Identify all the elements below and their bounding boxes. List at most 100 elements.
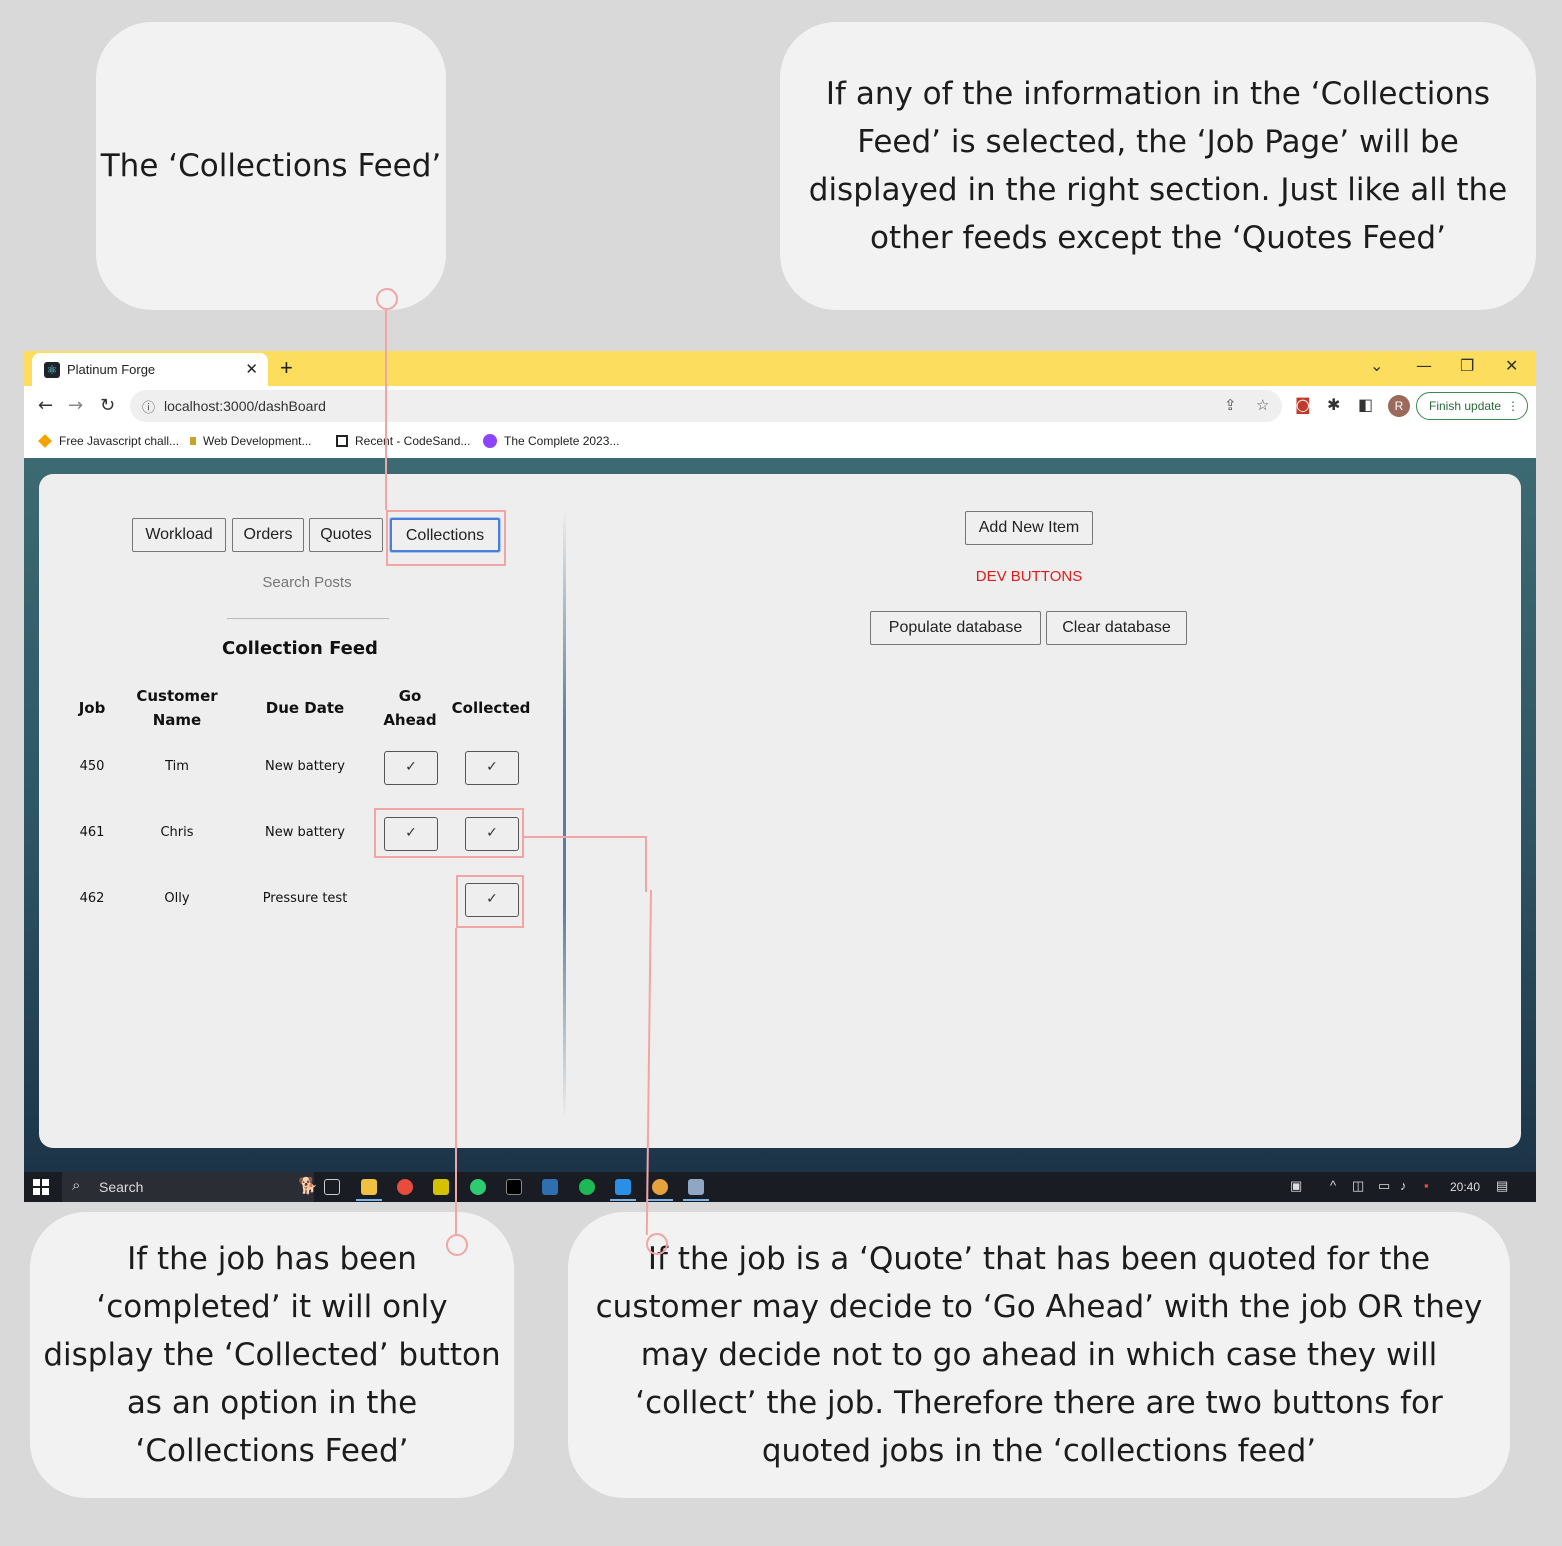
app-background: Workload Orders Quotes Collections Searc… <box>24 458 1536 1172</box>
populate-database-button[interactable]: Populate database <box>870 611 1041 645</box>
tab-title: Platinum Forge <box>67 362 156 377</box>
finish-update-label: Finish update <box>1429 399 1502 413</box>
connector-dot <box>646 1233 668 1255</box>
job-number[interactable]: 450 <box>67 759 117 774</box>
connector-line <box>645 836 647 892</box>
react-logo-icon: ⚛ <box>44 362 60 378</box>
job-number[interactable]: 461 <box>67 825 117 840</box>
calendar-badge-icon[interactable]: ▪ <box>1424 1178 1429 1193</box>
bookmark-item[interactable]: Recent - CodeSand... <box>336 434 470 448</box>
bookmark-favicon-icon <box>190 437 196 445</box>
network-icon[interactable]: ◫ <box>1352 1178 1364 1194</box>
active-indicator <box>610 1199 636 1201</box>
battery-icon[interactable]: ▭ <box>1378 1178 1390 1194</box>
new-tab-button[interactable]: + <box>280 355 293 381</box>
collections-feed-callout: The ‘Collections Feed’ <box>96 22 446 310</box>
reload-icon[interactable]: ↻ <box>100 395 115 416</box>
sticky-notes-icon[interactable] <box>433 1179 449 1195</box>
bookmark-item[interactable]: Free Javascript chall... <box>38 434 179 448</box>
taskbar: ⌕ Search 🐕 ▣ ^ ◫ ▭ ♪ ▪ 20:40 ▤ <box>24 1172 1536 1202</box>
volume-icon[interactable]: ♪ <box>1400 1178 1407 1193</box>
tab-quotes[interactable]: Quotes <box>309 518 383 552</box>
customer-name[interactable]: Chris <box>137 825 217 840</box>
search-posts-input[interactable]: Search Posts <box>227 574 387 591</box>
profile-avatar[interactable]: R <box>1388 395 1410 417</box>
clear-database-button[interactable]: Clear database <box>1046 611 1187 645</box>
chrome-icon[interactable] <box>397 1179 413 1195</box>
header-line: Name <box>152 711 202 729</box>
file-explorer-icon[interactable] <box>361 1179 377 1195</box>
chrome-profile-icon[interactable] <box>652 1179 668 1195</box>
taskbar-search-box[interactable]: ⌕ Search 🐕 <box>62 1172 318 1202</box>
bookmark-label: Free Javascript chall... <box>59 434 180 448</box>
restore-icon[interactable]: ❐ <box>1460 356 1474 375</box>
url-text: localhost:3000/dashBoard <box>164 398 326 414</box>
dashboard-card: Workload Orders Quotes Collections Searc… <box>39 474 1521 1148</box>
customer-name[interactable]: Tim <box>137 759 217 774</box>
task-view-icon[interactable] <box>324 1179 340 1195</box>
callout-text: The ‘Collections Feed’ <box>100 148 442 184</box>
column-header-job: Job <box>78 699 106 717</box>
completed-button-highlight <box>456 875 524 928</box>
side-panel-icon[interactable]: ◧ <box>1358 395 1373 414</box>
go-ahead-button[interactable]: ✓ <box>384 751 438 785</box>
add-new-item-button[interactable]: Add New Item <box>965 511 1093 545</box>
back-arrow-icon[interactable]: ← <box>38 395 53 416</box>
job-number[interactable]: 462 <box>67 891 117 906</box>
header-line: Go <box>398 687 422 705</box>
taskbar-search-label: Search <box>99 1179 144 1195</box>
due-date[interactable]: Pressure test <box>249 891 361 906</box>
bookmark-label: Web Development... <box>203 434 312 448</box>
callout-text: If any of the information in the ‘Collec… <box>808 76 1508 256</box>
more-menu-icon: ⋮ <box>1507 399 1519 413</box>
forward-arrow-icon[interactable]: → <box>68 395 83 416</box>
column-header-due-date: Due Date <box>265 699 345 717</box>
minimize-icon[interactable]: — <box>1416 356 1432 375</box>
bookmark-item[interactable]: The Complete 2023... <box>483 434 619 448</box>
finish-update-button[interactable]: Finish update ⋮ <box>1416 392 1528 420</box>
window-close-icon[interactable]: ✕ <box>1505 356 1518 375</box>
extensions-puzzle-icon[interactable]: ✱ <box>1327 395 1340 414</box>
column-header-customer: Customer Name <box>127 684 227 732</box>
browser-tab[interactable]: ⚛ Platinum Forge ✕ <box>32 353 268 386</box>
clock-time[interactable]: 20:40 <box>1450 1180 1480 1194</box>
due-date[interactable]: New battery <box>249 759 361 774</box>
customer-name[interactable]: Olly <box>137 891 217 906</box>
feed-title: Collection Feed <box>222 638 378 659</box>
terminal-icon[interactable] <box>506 1179 522 1195</box>
collected-button[interactable]: ✓ <box>465 751 519 785</box>
section-divider <box>563 510 566 1120</box>
tab-workload[interactable]: Workload <box>132 518 226 552</box>
due-date[interactable]: New battery <box>249 825 361 840</box>
app-icon[interactable] <box>688 1179 704 1195</box>
share-icon[interactable]: ⇪ <box>1224 396 1237 414</box>
url-bar[interactable]: ⓘ localhost:3000/dashBoard ⇪ ☆ <box>130 390 1282 422</box>
quote-buttons-highlight <box>374 808 524 858</box>
dev-buttons-label: DEV BUTTONS <box>975 568 1083 585</box>
tray-chevron-icon[interactable]: ^ <box>1330 1178 1336 1193</box>
header-line: Customer <box>136 687 218 705</box>
extension-icon[interactable]: ◙ <box>1295 395 1311 414</box>
tab-orders[interactable]: Orders <box>232 518 304 552</box>
steam-icon[interactable] <box>542 1179 558 1195</box>
notifications-icon[interactable]: ▤ <box>1496 1178 1508 1194</box>
windows-start-icon[interactable] <box>33 1179 49 1195</box>
collections-tab-highlight <box>386 510 506 566</box>
bookmark-item[interactable]: Web Development... <box>190 434 312 448</box>
vscode-icon[interactable] <box>615 1179 631 1195</box>
active-indicator <box>647 1199 673 1201</box>
bookmark-star-icon[interactable]: ☆ <box>1256 396 1269 414</box>
connector-dot <box>446 1234 468 1256</box>
whatsapp-icon[interactable] <box>470 1179 486 1195</box>
bookmark-label: The Complete 2023... <box>504 434 620 448</box>
connector-line <box>524 836 646 838</box>
active-indicator <box>356 1199 382 1201</box>
tab-close-icon[interactable]: ✕ <box>245 360 258 378</box>
search-underline <box>227 618 389 619</box>
tab-search-chevron-icon[interactable]: ⌄ <box>1370 356 1383 375</box>
site-info-icon[interactable]: ⓘ <box>142 397 155 416</box>
tab-strip: ⚛ Platinum Forge ✕ + ⌄ — ❐ ✕ <box>24 351 1536 386</box>
active-indicator <box>683 1199 709 1201</box>
spotify-icon[interactable] <box>579 1179 595 1195</box>
news-widget-icon[interactable]: ▣ <box>1290 1178 1302 1194</box>
